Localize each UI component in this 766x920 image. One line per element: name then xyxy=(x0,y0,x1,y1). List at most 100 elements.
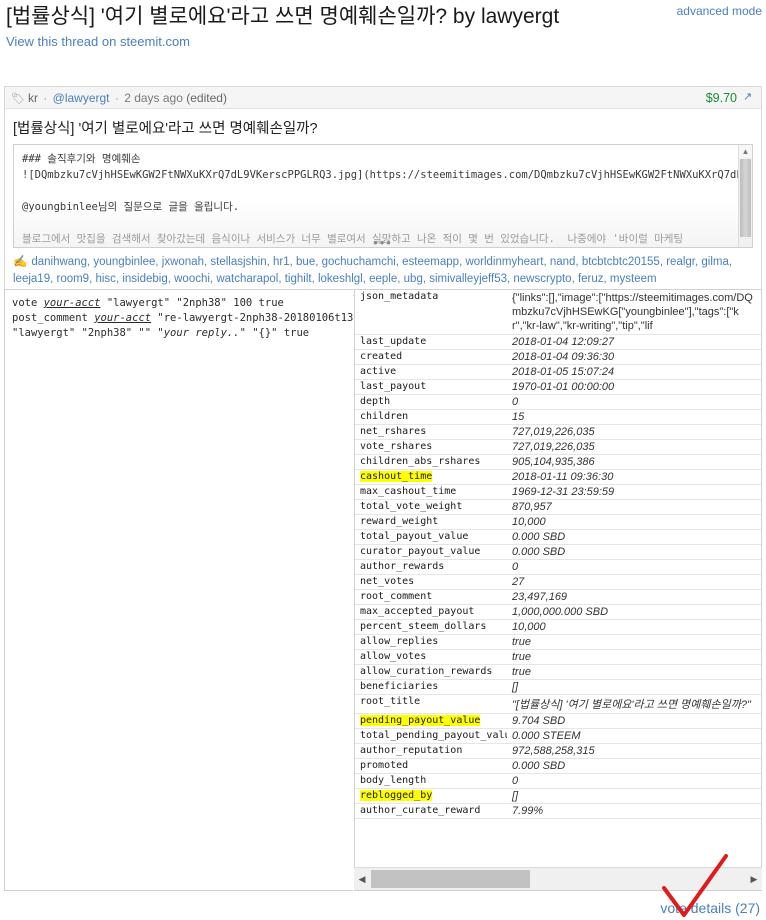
post-details-pane[interactable]: json_metadata {"links":[],"image":["https… xyxy=(354,289,762,891)
cmd-line3-pre: "lawyergt" "2nph38" "" " xyxy=(12,327,164,339)
cli-commands-text[interactable]: vote your-acct "lawyergt" "2nph38" 100 t… xyxy=(5,290,353,347)
table-row: reblogged_by [] xyxy=(355,789,761,804)
voter-link[interactable]: worldinmyheart xyxy=(465,256,543,268)
voter-link[interactable]: tighilt xyxy=(285,273,312,285)
detail-key: pending_payout_value xyxy=(355,714,507,729)
detail-value: 27 xyxy=(512,576,525,588)
voter-link[interactable]: stellasjshin xyxy=(210,256,266,268)
detail-value: true xyxy=(512,636,531,648)
detail-key: cashout_time xyxy=(355,470,507,485)
voter-link[interactable]: room9 xyxy=(56,273,89,285)
voter-link[interactable]: gilma xyxy=(701,256,728,268)
table-row: total_vote_weight 870,957 xyxy=(355,500,761,515)
detail-value: 0 xyxy=(512,775,519,787)
details-horizontal-scrollbar[interactable]: ◀ ▶ xyxy=(354,867,762,890)
detail-value: true xyxy=(512,651,531,663)
detail-value: 10,000 xyxy=(512,516,546,528)
detail-key: allow_votes xyxy=(360,651,427,662)
cmd-line1-post: "lawyergt" "2nph38" 100 true xyxy=(100,297,284,309)
voter-link[interactable]: leeja19 xyxy=(13,273,50,285)
voter-link[interactable]: youngbinlee xyxy=(93,256,155,268)
hscroll-thumb[interactable] xyxy=(371,870,530,888)
detail-key: json_metadata xyxy=(360,291,439,302)
voter-link[interactable]: insidebig xyxy=(122,273,167,285)
voter-link[interactable]: newscrypto xyxy=(513,273,571,285)
detail-value: 972,588,258,315 xyxy=(512,745,595,757)
table-row: promoted 0.000 SBD xyxy=(355,759,761,774)
detail-value: 0 xyxy=(512,396,519,408)
highlighted-key: cashout_time xyxy=(360,471,433,482)
hscroll-right-arrow[interactable]: ▶ xyxy=(746,868,762,890)
table-row: author_curate_reward 7.99% xyxy=(355,804,761,819)
scroll-up-arrow[interactable]: ▲ xyxy=(739,145,752,158)
table-row: depth 0 xyxy=(355,395,761,410)
table-row: max_cashout_time 1969-12-31 23:59:59 xyxy=(355,485,761,500)
table-row: cashout_time 2018-01-11 09:36:30 xyxy=(355,470,761,485)
detail-key: max_accepted_payout xyxy=(360,606,475,617)
detail-value: [] xyxy=(512,790,519,802)
detail-value: 9.704 SBD xyxy=(512,715,566,727)
detail-key: depth xyxy=(360,396,391,407)
voter-link[interactable]: jxwonah xyxy=(162,256,204,268)
table-row: author_reputation 972,588,258,315 xyxy=(355,744,761,759)
vote-details-link[interactable]: vote details (27) xyxy=(660,900,760,916)
detail-value: 10,000 xyxy=(512,621,546,633)
highlighted-key: pending_payout_value xyxy=(360,715,481,726)
body-vertical-scrollbar[interactable]: ▲ xyxy=(738,145,752,247)
voter-link[interactable]: nand xyxy=(550,256,576,268)
table-row: active 2018-01-05 15:07:24 xyxy=(355,365,761,380)
post-tag[interactable]: kr xyxy=(28,91,38,105)
body-line-0: ### 솔직후기와 명예훼손 xyxy=(22,153,141,165)
scroll-thumb[interactable] xyxy=(740,159,751,237)
detail-value: 2018-01-11 09:36:30 xyxy=(512,471,614,483)
voter-link[interactable]: hr1 xyxy=(273,256,290,268)
detail-key: root_comment xyxy=(360,591,433,602)
voter-link[interactable]: btcbtcbtc20155 xyxy=(582,256,660,268)
voter-link[interactable]: ubg xyxy=(404,273,423,285)
table-row: allow_votes true xyxy=(355,650,761,665)
detail-value: 2018-01-04 09:36:30 xyxy=(512,351,615,363)
table-row: total_pending_payout_value 0.000 STEEM xyxy=(355,729,761,744)
detail-key: children xyxy=(360,411,409,422)
detail-value: 15 xyxy=(512,411,525,423)
voter-link[interactable]: mysteem xyxy=(610,273,657,285)
table-row: created 2018-01-04 09:36:30 xyxy=(355,350,761,365)
voter-link[interactable]: hisc xyxy=(95,273,115,285)
tag-icon: 🏷 xyxy=(11,93,25,105)
voter-link[interactable]: esteemapp xyxy=(402,256,459,268)
detail-value: true xyxy=(512,666,531,678)
body-line-1: ![DQmbzku7cVjhHSEwKGW2FtNWXuKXrQ7dL9VKer… xyxy=(22,169,753,181)
voter-link[interactable]: gochuchamchi xyxy=(322,256,396,268)
body-line-3: @youngbinlee님의 질문으로 글을 올립니다. xyxy=(22,201,240,213)
post-payout: $9.70 xyxy=(705,91,737,105)
detail-value: "[법률상식] '여기 별로에요'라고 쓰면 명예훼손일까?" xyxy=(512,699,751,711)
table-row: children 15 xyxy=(355,410,761,425)
body-expand-ellipsis[interactable]: ••• xyxy=(14,236,752,247)
detail-key: author_reputation xyxy=(360,745,463,756)
detail-value: 2018-01-04 12:09:27 xyxy=(512,336,615,348)
detail-key: last_update xyxy=(360,336,427,347)
voter-link[interactable]: bue xyxy=(296,256,315,268)
voter-link[interactable]: danihwang xyxy=(31,256,87,268)
table-row: last_update 2018-01-04 12:09:27 xyxy=(355,335,761,350)
voter-link[interactable]: feruz xyxy=(578,273,604,285)
table-row: allow_replies true xyxy=(355,635,761,650)
post-body-text[interactable]: ### 솔직후기와 명예훼손 ![DQmbzku7cVjhHSEwKGW2FtN… xyxy=(14,145,753,247)
voter-link[interactable]: simivalleyjeff53 xyxy=(429,273,507,285)
voter-link[interactable]: eeple xyxy=(369,273,397,285)
voter-link[interactable]: realgr xyxy=(666,256,695,268)
view-thread-link[interactable]: View this thread on steemit.com xyxy=(6,34,760,49)
external-link-icon[interactable]: ↗ xyxy=(743,91,756,104)
voter-link[interactable]: watcharapol xyxy=(216,273,278,285)
post-author[interactable]: @lawyergt xyxy=(53,91,110,105)
table-row: beneficiaries [] xyxy=(355,680,761,695)
detail-key: curator_payout_value xyxy=(360,546,481,557)
table-row: percent_steem_dollars 10,000 xyxy=(355,620,761,635)
hscroll-left-arrow[interactable]: ◀ xyxy=(354,868,370,890)
voter-link[interactable]: woochi xyxy=(174,273,210,285)
detail-value: 1969-12-31 23:59:59 xyxy=(512,486,615,498)
detail-value: 0.000 SBD xyxy=(512,546,566,558)
advanced-mode-link[interactable]: advanced mode xyxy=(677,4,762,18)
detail-value: 727,019,226,035 xyxy=(512,426,595,438)
voter-link[interactable]: lokeshlgl xyxy=(318,273,363,285)
